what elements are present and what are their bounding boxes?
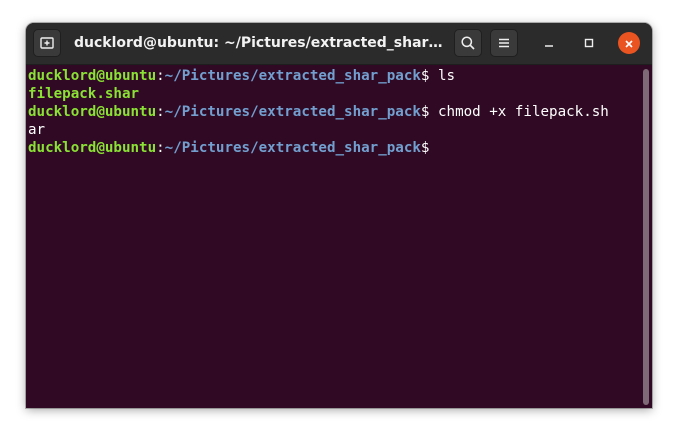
terminal-line: ducklord@ubuntu:~/Pictures/extracted_sha…	[28, 67, 652, 85]
prompt-path: ~/Pictures/extracted_shar_pack	[164, 68, 421, 84]
new-tab-button[interactable]	[33, 29, 61, 57]
terminal-line: ducklord@ubuntu:~/Pictures/extracted_sha…	[28, 103, 652, 121]
output-text: ar	[28, 122, 46, 138]
prompt-path: ~/Pictures/extracted_shar_pack	[164, 104, 421, 120]
prompt-colon: :	[156, 68, 165, 84]
prompt-dollar: $	[420, 140, 430, 156]
minimize-icon	[543, 34, 555, 53]
prompt-colon: :	[156, 104, 165, 120]
terminal-line: ar	[28, 121, 652, 139]
output-text: filepack.shar	[28, 86, 140, 102]
close-icon	[624, 34, 634, 53]
prompt-colon: :	[156, 140, 165, 156]
terminal-window: ducklord@ubuntu: ~/Pictures/extracted_sh…	[26, 23, 652, 408]
terminal-output[interactable]: ducklord@ubuntu:~/Pictures/extracted_sha…	[26, 65, 652, 408]
minimize-button[interactable]	[538, 32, 560, 54]
prompt-user: ducklord@ubuntu	[28, 104, 157, 120]
prompt-user: ducklord@ubuntu	[28, 140, 157, 156]
close-button[interactable]	[618, 32, 640, 54]
terminal-line: filepack.shar	[28, 85, 652, 103]
window-title: ducklord@ubuntu: ~/Pictures/extracted_sh…	[74, 35, 448, 51]
command-text: chmod +x filepack.sh	[429, 104, 609, 120]
hamburger-menu-icon	[497, 36, 511, 50]
prompt-path: ~/Pictures/extracted_shar_pack	[164, 140, 421, 156]
terminal-line: ducklord@ubuntu:~/Pictures/extracted_sha…	[28, 139, 652, 157]
scrollbar[interactable]	[643, 69, 649, 405]
search-icon	[460, 35, 476, 51]
prompt-user: ducklord@ubuntu	[28, 68, 157, 84]
title-bar[interactable]: ducklord@ubuntu: ~/Pictures/extracted_sh…	[26, 23, 652, 65]
menu-button[interactable]	[490, 29, 518, 57]
command-text: ls	[429, 68, 456, 84]
maximize-icon	[583, 34, 595, 53]
search-button[interactable]	[454, 29, 482, 57]
new-tab-icon	[39, 35, 55, 51]
maximize-button[interactable]	[578, 32, 600, 54]
